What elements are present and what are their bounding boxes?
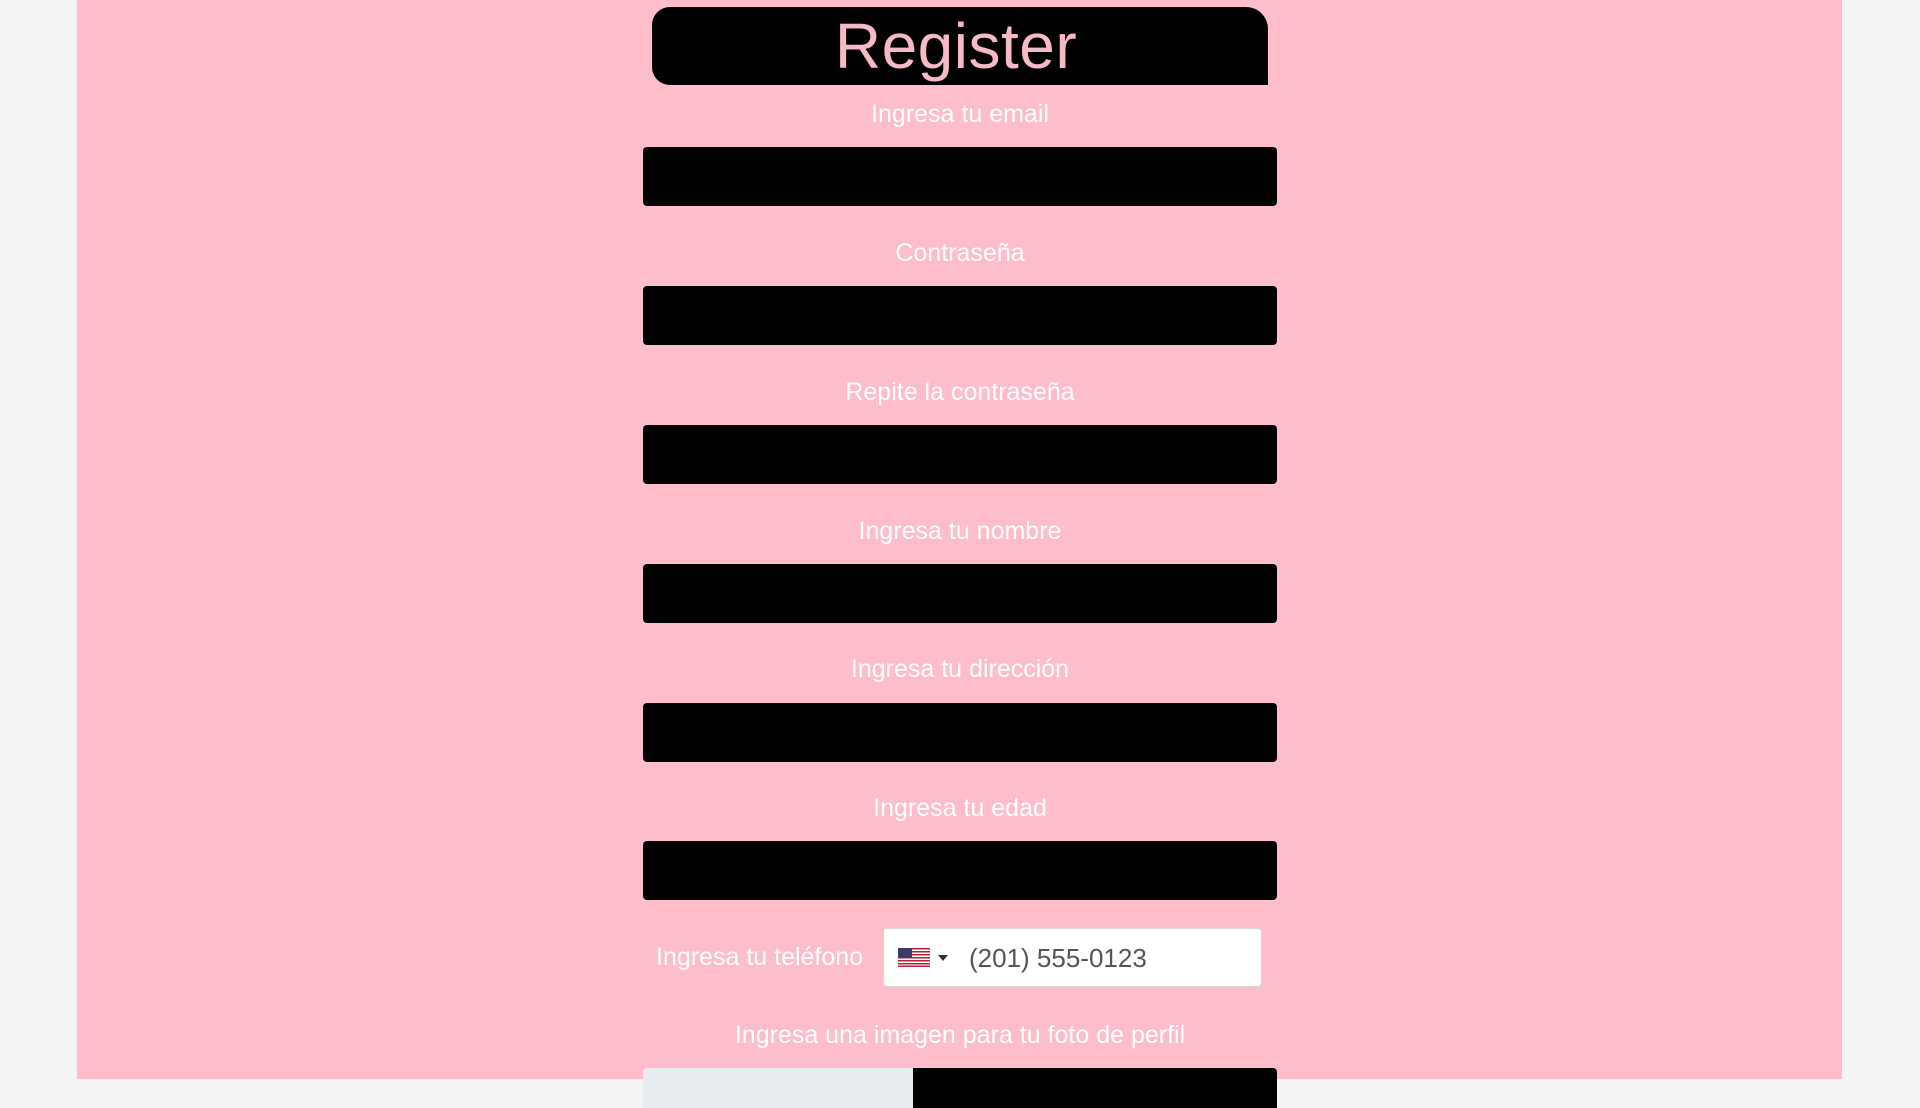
choose-file-button[interactable] bbox=[643, 1068, 913, 1108]
age-label: Ingresa tu edad bbox=[873, 794, 1047, 822]
repeat-password-label: Repite la contraseña bbox=[845, 378, 1075, 406]
country-selector[interactable] bbox=[898, 948, 948, 967]
profile-image-label: Ingresa una imagen para tu foto de perfi… bbox=[734, 1021, 1186, 1049]
title-banner: Register bbox=[652, 7, 1268, 85]
address-field[interactable] bbox=[643, 703, 1277, 762]
file-name-display bbox=[913, 1068, 1277, 1108]
phone-label: Ingresa tu teléfono bbox=[656, 943, 864, 971]
phone-field[interactable]: (201) 555-0123 bbox=[883, 928, 1262, 987]
address-label: Ingresa tu dirección bbox=[850, 655, 1070, 683]
password-label: Contraseña bbox=[895, 239, 1025, 267]
password-field[interactable] bbox=[643, 286, 1277, 345]
us-flag-icon bbox=[898, 948, 930, 967]
caret-down-icon bbox=[938, 954, 948, 961]
repeat-password-field[interactable] bbox=[643, 425, 1277, 484]
email-field[interactable] bbox=[643, 147, 1277, 206]
name-label: Ingresa tu nombre bbox=[858, 517, 1062, 545]
page-title: Register bbox=[834, 10, 1078, 82]
age-field[interactable] bbox=[643, 841, 1277, 900]
phone-placeholder: (201) 555-0123 bbox=[969, 943, 1147, 973]
name-field[interactable] bbox=[643, 564, 1277, 623]
email-label: Ingresa tu email bbox=[871, 100, 1049, 128]
profile-image-input[interactable] bbox=[643, 1068, 1277, 1108]
